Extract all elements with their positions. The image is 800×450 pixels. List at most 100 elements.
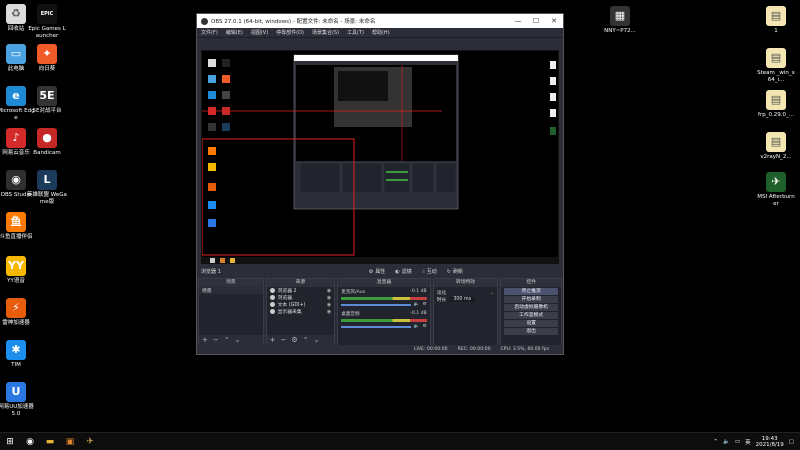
track-name: 桌面音频: [341, 312, 360, 317]
desktop-icon[interactable]: 5E 5E对战平台: [27, 86, 67, 115]
scenes-dock-title: 场景: [199, 279, 263, 287]
control-button[interactable]: 设置: [504, 320, 558, 327]
gear-icon[interactable]: ⚙: [423, 302, 427, 307]
desktop-icon[interactable]: ⚡ 雷神加速器: [0, 298, 36, 327]
ime-indicator[interactable]: 英: [745, 438, 751, 446]
desktop-icon-label: NNY~P72...: [604, 28, 636, 34]
cpu-status: CPU: 3.5%, 60.00 fps: [500, 347, 549, 352]
gear-icon[interactable]: ⚙: [423, 324, 427, 329]
controls-dock-title: 控件: [501, 279, 561, 287]
obs-statusbar: LIVE: 00:00:00 REC: 00:00:00 CPU: 3.5%, …: [197, 345, 563, 354]
desktop-icon[interactable]: ✱ TIM: [0, 340, 36, 369]
properties-button[interactable]: ⚙ 属性: [369, 268, 386, 276]
desktop-icon[interactable]: U 网易UU加速器5.0: [0, 382, 36, 417]
desktop-icon-label: 英雄联盟 WeGame版: [27, 192, 67, 205]
recycle-bin-icon: ♻: [6, 4, 26, 24]
speaker-icon[interactable]: 🔈: [414, 302, 420, 307]
desktop-icon[interactable]: ▤ frp_0.29.0_...: [756, 90, 796, 119]
add-icon[interactable]: +: [270, 336, 276, 344]
menu-item[interactable]: 视图(V): [251, 29, 268, 36]
eye-icon[interactable]: ◉: [327, 302, 331, 308]
menu-item[interactable]: 场景集合(S): [312, 29, 339, 36]
maximize-icon[interactable]: ☐: [527, 17, 545, 25]
close-icon[interactable]: ✕: [545, 17, 563, 25]
eye-icon[interactable]: ◉: [327, 295, 331, 301]
desktop-icon[interactable]: ▤ Steam _win_x64_i...: [756, 48, 796, 83]
menu-item[interactable]: 编辑(E): [226, 29, 243, 36]
up-icon[interactable]: ⌃: [224, 336, 230, 344]
obs-taskbar-icon[interactable]: ◉: [20, 433, 40, 450]
transition-select[interactable]: 淡化 ⌄: [434, 289, 498, 297]
menu-item[interactable]: 帮助(H): [372, 29, 390, 36]
pointer-icon: ☝: [421, 268, 425, 275]
uu-accelerator-icon: U: [6, 382, 26, 402]
volume-slider[interactable]: [341, 303, 411, 306]
speaker-icon[interactable]: 🔈: [723, 439, 730, 445]
folder-taskbar-icon[interactable]: ▬: [40, 433, 60, 450]
desktop-icon[interactable]: 鱼斗鱼直播伴侣: [0, 212, 36, 241]
notification-icon[interactable]: ▢: [789, 439, 794, 445]
source-item[interactable]: 文本 (GDI+) ◉: [267, 301, 335, 308]
scene-item[interactable]: 场景: [199, 287, 263, 294]
selected-source-label: 浏览器 1: [201, 269, 221, 275]
eye-icon[interactable]: ◉: [327, 288, 331, 294]
desktop-icon[interactable]: L 英雄联盟 WeGame版: [27, 170, 67, 205]
add-icon[interactable]: +: [202, 336, 208, 344]
menu-item[interactable]: 文件(F): [201, 29, 218, 36]
remove-icon[interactable]: −: [281, 336, 287, 344]
desktop-icon[interactable]: ▦ NNY~P72...: [600, 6, 640, 35]
app-taskbar-icon[interactable]: ▣: [60, 433, 80, 450]
desktop-icon[interactable]: ✈ MSI Afterburner: [756, 172, 796, 207]
desktop-icon-label: 5E对战平台: [32, 108, 62, 114]
gear-icon[interactable]: ⚙: [291, 336, 297, 344]
game-taskbar-icon[interactable]: ✈: [80, 433, 100, 450]
refresh-icon: ↻: [446, 268, 451, 275]
audio-mixer-dock: 混音器 麦克风/Aux -0.1 dB 🔈 ⚙ 桌面音频 -0.1 dB 🔈 ⚙: [337, 278, 431, 346]
control-button[interactable]: 停止推流: [504, 288, 558, 295]
menu-item[interactable]: 工具(T): [347, 29, 364, 36]
up-icon[interactable]: ⌃: [303, 336, 309, 344]
windows-start-icon[interactable]: ⊞: [0, 433, 20, 450]
desktop-icon-label: TIM: [11, 362, 21, 368]
source-item[interactable]: 浏览器 ◉: [267, 294, 335, 301]
duration-input[interactable]: 300 ms: [449, 297, 476, 302]
minimize-icon[interactable]: —: [509, 17, 527, 25]
source-item[interactable]: 浏览器 2 ◉: [267, 287, 335, 294]
transitions-dock: 转场特效 淡化 ⌄ 时长 300 ms: [432, 278, 499, 346]
chevron-up-icon[interactable]: ⌃: [713, 439, 718, 445]
eye-icon[interactable]: ◉: [327, 309, 331, 315]
desktop-icon[interactable]: YY YY语音: [0, 256, 36, 285]
desktop-icon-label: 1: [774, 28, 778, 34]
desktop-icon-label: 网易UU加速器5.0: [0, 404, 34, 417]
control-button[interactable]: 启动虚拟摄像机: [504, 304, 558, 311]
desktop-icon[interactable]: ● Bandicam: [27, 128, 67, 157]
clock[interactable]: 19:43 2021/8/19: [756, 436, 784, 448]
control-button[interactable]: 工作室模式: [504, 312, 558, 319]
desktop-icon[interactable]: ✦ 向日葵: [27, 44, 67, 73]
down-icon[interactable]: ⌄: [314, 336, 320, 344]
source-label: 浏览器: [277, 296, 293, 301]
obs-preview-canvas[interactable]: [201, 50, 559, 264]
desktop-icon-label: Bandicam: [33, 150, 61, 156]
speaker-icon[interactable]: 🔈: [414, 324, 420, 329]
sources-dock-footer: + − ⚙ ⌃ ⌄: [266, 335, 335, 345]
obs-logo-icon: [201, 17, 208, 25]
network-icon[interactable]: ▭: [735, 439, 740, 445]
desktop-icon[interactable]: ▤ v2rayN_2...: [756, 132, 796, 161]
desktop-icon[interactable]: ▤ 1: [756, 6, 796, 35]
filters-button[interactable]: ◐ 滤镜: [395, 268, 411, 276]
obs-titlebar[interactable]: OBS 27.0.1 (64-bit, windows) - 配置文件: 未命名…: [197, 14, 563, 28]
source-item[interactable]: 显示器采集 ◉: [267, 308, 335, 315]
remove-icon[interactable]: −: [213, 336, 219, 344]
down-icon[interactable]: ⌄: [235, 336, 241, 344]
globe-icon: [269, 295, 275, 300]
menu-item[interactable]: 停靠部件(D): [276, 29, 304, 36]
interact-button[interactable]: ☝ 互动: [421, 268, 437, 276]
volume-slider[interactable]: [341, 325, 411, 328]
volume-meter: [341, 319, 427, 322]
refresh-button[interactable]: ↻ 刷新: [446, 268, 463, 276]
control-button[interactable]: 开始录制: [504, 296, 558, 303]
desktop-icon[interactable]: EPIC Epic Games Launcher: [27, 4, 67, 39]
control-button[interactable]: 退出: [504, 328, 558, 335]
live-status: LIVE: 00:00:00: [413, 347, 448, 352]
